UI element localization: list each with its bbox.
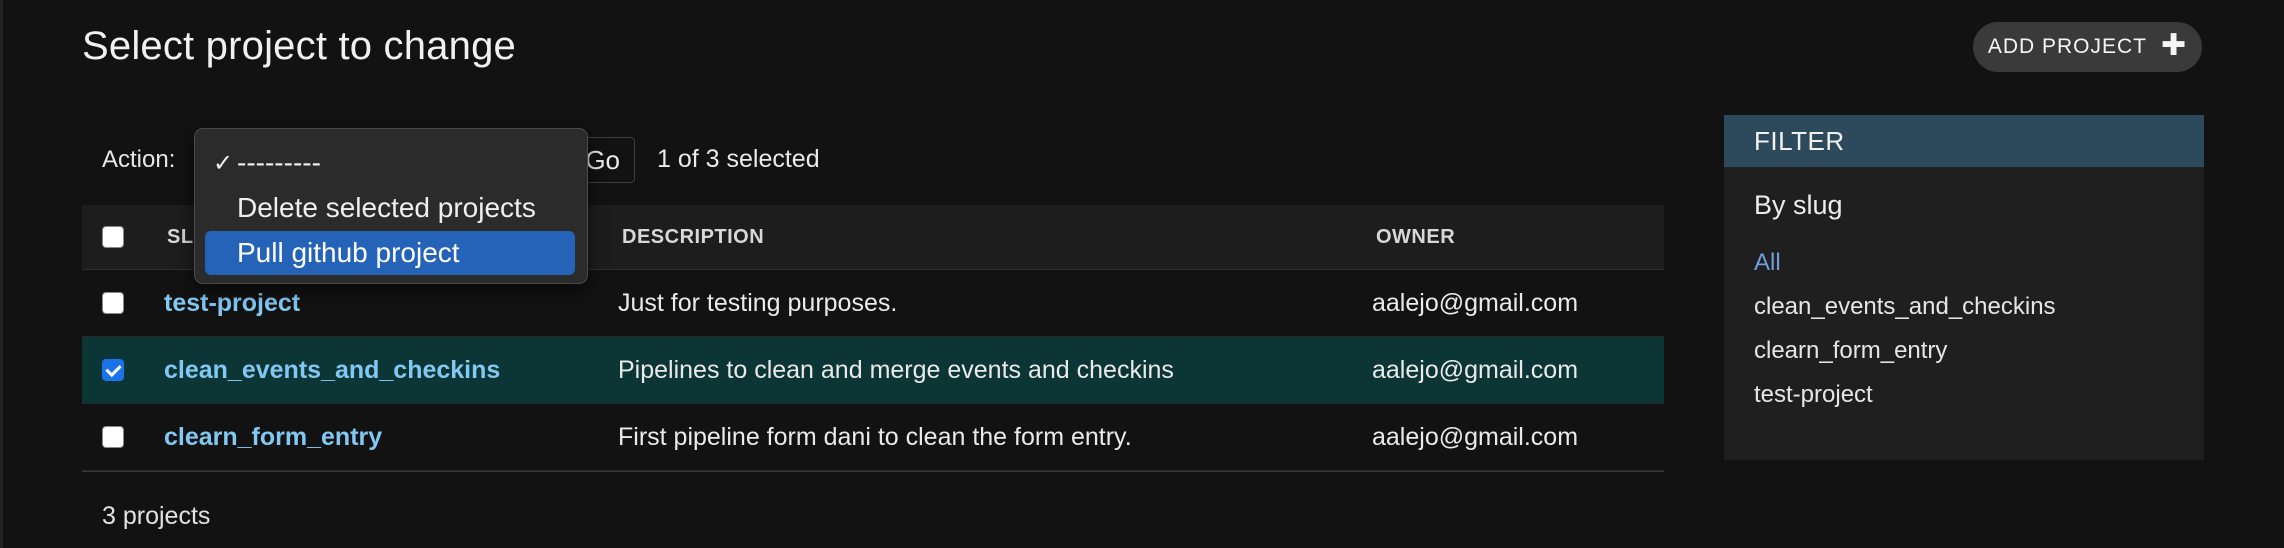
action-select-menu[interactable]: ✓ --------- Delete selected projects Pul… [194, 128, 588, 284]
page-title: Select project to change [82, 24, 516, 68]
row-description: Pipelines to clean and merge events and … [618, 355, 1174, 384]
row-description: First pipeline form dani to clean the fo… [618, 422, 1132, 451]
filter-option-all[interactable]: All [1754, 249, 2056, 293]
row-checkbox[interactable] [102, 359, 124, 381]
selected-count: 1 of 3 selected [657, 145, 820, 173]
menu-item-label: Delete selected projects [237, 192, 536, 223]
filter-panel: FILTER By slug All clean_events_and_chec… [1724, 115, 2204, 460]
filter-option[interactable]: clean_events_and_checkins [1754, 293, 2056, 337]
menu-item-label: Pull github project [237, 237, 460, 268]
row-description: Just for testing purposes. [618, 288, 898, 317]
action-label: Action: [102, 146, 176, 173]
result-count: 3 projects [102, 502, 211, 530]
menu-item-none[interactable]: ✓ --------- [205, 141, 575, 185]
row-owner: aalejo@gmail.com [1372, 422, 1579, 451]
add-project-label: ADD PROJECT [1987, 35, 2148, 58]
menu-item-label: --------- [237, 147, 321, 178]
row-checkbox[interactable] [102, 426, 124, 448]
filter-title: By slug [1754, 190, 1843, 220]
filter-options: All clean_events_and_checkins clearn_for… [1754, 249, 2056, 425]
plus-icon: ✚ [2161, 28, 2188, 62]
column-header-owner[interactable]: OWNER [1376, 205, 1455, 269]
filter-option[interactable]: clearn_form_entry [1754, 337, 2056, 381]
select-all-checkbox[interactable] [102, 226, 124, 248]
page: Select project to change ADD PROJECT ✚ A… [0, 0, 2284, 548]
row-owner: aalejo@gmail.com [1372, 355, 1579, 384]
table-row: clearn_form_entry First pipeline form da… [82, 404, 1664, 471]
row-slug-link[interactable]: clearn_form_entry [164, 404, 382, 470]
row-slug-link[interactable]: clean_events_and_checkins [164, 337, 500, 403]
column-header-description[interactable]: DESCRIPTION [622, 205, 764, 269]
add-project-button[interactable]: ADD PROJECT ✚ [1973, 22, 2202, 72]
row-checkbox[interactable] [102, 292, 124, 314]
checkmark-icon: ✓ [213, 149, 234, 177]
filter-header: FILTER [1724, 115, 2204, 167]
row-owner: aalejo@gmail.com [1372, 288, 1579, 317]
window-edge [0, 0, 3, 548]
filter-option[interactable]: test-project [1754, 381, 2056, 425]
menu-item-pull-github[interactable]: Pull github project [205, 231, 575, 275]
menu-item-delete-selected[interactable]: Delete selected projects [205, 186, 575, 230]
table-row: clean_events_and_checkins Pipelines to c… [82, 337, 1664, 404]
